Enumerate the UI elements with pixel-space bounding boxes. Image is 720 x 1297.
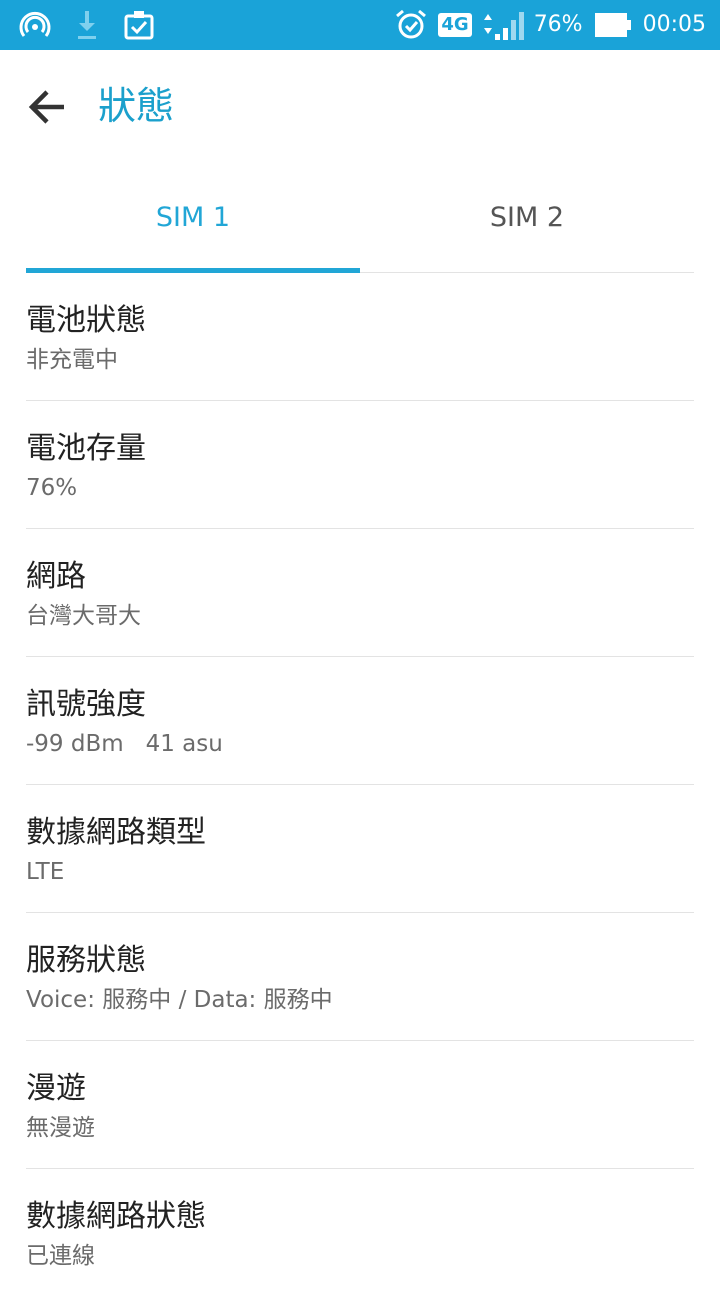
item-title: 電池狀態 xyxy=(26,303,146,338)
data-network-state-item: 數據網路狀態 已連線 xyxy=(26,1169,694,1297)
tab-label: SIM 2 xyxy=(489,202,565,233)
status-bar: 4G 76% 00:05 xyxy=(0,0,720,50)
page-title: 狀態 xyxy=(98,84,175,128)
status-bar-system: 4G 76% 00:05 xyxy=(394,8,706,42)
download-icon xyxy=(70,8,104,42)
item-value: 76% xyxy=(26,475,78,501)
item-value: 非充電中 xyxy=(26,347,118,373)
item-title: 數據網路類型 xyxy=(26,815,206,850)
network-item: 網路 台灣大哥大 xyxy=(26,529,694,657)
alarm-icon xyxy=(394,8,428,42)
tab-sim-1[interactable]: SIM 1 xyxy=(26,162,360,273)
item-value: Voice: 服務中 / Data: 服務中 xyxy=(26,987,333,1013)
arrow-back-icon xyxy=(28,90,64,124)
item-title: 網路 xyxy=(26,559,86,594)
hotspot-icon xyxy=(18,8,52,42)
status-bar-notifications xyxy=(18,8,156,42)
item-title: 電池存量 xyxy=(26,431,146,466)
tab-sim-2[interactable]: SIM 2 xyxy=(360,162,694,272)
battery-level-item: 電池存量 76% xyxy=(26,401,694,529)
roaming-item: 漫遊 無漫遊 xyxy=(26,1041,694,1169)
item-title: 服務狀態 xyxy=(26,943,146,978)
status-list: 電池狀態 非充電中 電池存量 76% 網路 台灣大哥大 訊號強度 -99 dBm… xyxy=(26,273,694,1297)
signal-strength-item: 訊號強度 -99 dBm 41 asu xyxy=(26,657,694,785)
item-value: 台灣大哥大 xyxy=(26,603,141,629)
signal-icon xyxy=(482,8,524,42)
battery-icon xyxy=(593,8,633,42)
battery-percent: 76% xyxy=(533,12,583,37)
clipboard-check-icon xyxy=(122,8,156,42)
sim-tabs: SIM 1 SIM 2 xyxy=(26,162,694,273)
item-title: 漫遊 xyxy=(26,1071,86,1106)
back-button[interactable] xyxy=(20,80,76,136)
tab-label: SIM 1 xyxy=(155,202,231,233)
app-bar: 狀態 xyxy=(0,50,720,162)
item-title: 訊號強度 xyxy=(26,687,146,722)
item-value: LTE xyxy=(26,859,65,885)
item-value: 已連線 xyxy=(26,1243,95,1269)
data-network-type-item: 數據網路類型 LTE xyxy=(26,785,694,913)
item-title: 數據網路狀態 xyxy=(26,1199,206,1234)
item-value: 無漫遊 xyxy=(26,1115,95,1141)
clock: 00:05 xyxy=(642,12,706,37)
item-value: -99 dBm 41 asu xyxy=(26,731,223,757)
battery-status-item: 電池狀態 非充電中 xyxy=(26,273,694,401)
network-4g-icon: 4G xyxy=(438,13,472,37)
service-state-item: 服務狀態 Voice: 服務中 / Data: 服務中 xyxy=(26,913,694,1041)
